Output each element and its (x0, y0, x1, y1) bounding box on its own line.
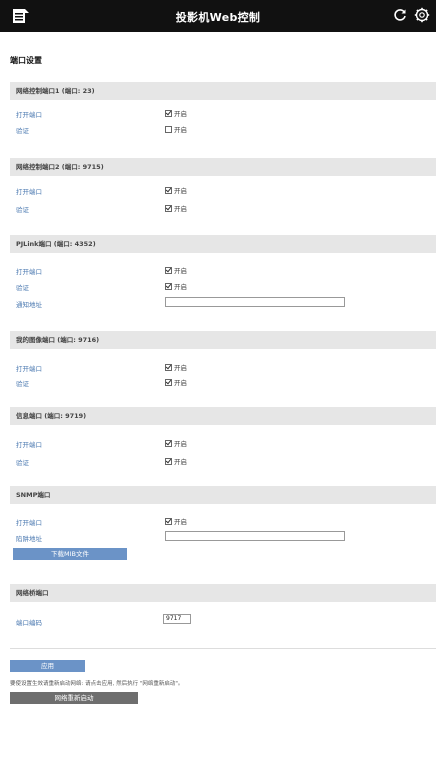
row-label-open-port: 打开端口 (16, 111, 42, 119)
checkbox-label: 开启 (174, 364, 187, 372)
checkbox-label: 开启 (174, 440, 187, 448)
checkbox-label: 开启 (174, 205, 187, 213)
app-title: 投影机Web控制 (175, 11, 261, 24)
download-mib-button[interactable]: 下载MIB文件 (13, 548, 127, 560)
row-label-open-port: 打开端口 (16, 365, 42, 373)
section-header-my-image-port: 我的图像端口 (端口: 9716) (10, 331, 436, 349)
row-label-open-port: 打开端口 (16, 519, 42, 527)
open-port-checkbox[interactable]: 开启 (165, 516, 187, 526)
row-label-trap-address: 陷阱地址 (16, 535, 42, 543)
checkbox-box[interactable] (165, 205, 172, 212)
apply-button[interactable]: 应用 (10, 660, 85, 672)
checkbox-box[interactable] (165, 267, 172, 274)
checkbox-box[interactable] (165, 379, 172, 386)
checkbox-box[interactable] (165, 283, 172, 290)
checkbox-box[interactable] (165, 364, 172, 371)
row-label-port-number: 端口编码 (16, 619, 42, 627)
auth-checkbox[interactable]: 开启 (165, 456, 187, 466)
checkbox-label: 开启 (174, 379, 187, 387)
row-label-open-port: 打开端口 (16, 188, 42, 196)
row-label-auth: 验证 (16, 380, 29, 388)
row-label-open-port: 打开端口 (16, 268, 42, 276)
row-label-open-port: 打开端口 (16, 441, 42, 449)
section-header-control-port-2: 网络控制端口2 (端口: 9715) (10, 158, 436, 176)
port-number-input[interactable]: 9717 (163, 614, 191, 624)
section-header-message-port: 信息端口 (端口: 9719) (10, 407, 436, 425)
page-title: 端口设置 (10, 56, 42, 65)
trap-address-input[interactable] (165, 531, 345, 541)
checkbox-box[interactable] (165, 440, 172, 447)
top-bar: 投影机Web控制 (0, 0, 436, 32)
row-label-auth: 验证 (16, 284, 29, 292)
auth-checkbox[interactable]: 开启 (165, 281, 187, 291)
auth-checkbox[interactable]: 开启 (165, 203, 187, 213)
section-header-pjlink-port: PJLink端口 (端口: 4352) (10, 235, 436, 253)
open-port-checkbox[interactable]: 开启 (165, 438, 187, 448)
checkbox-label: 开启 (174, 283, 187, 291)
checkbox-label: 开启 (174, 458, 187, 466)
gear-icon[interactable] (414, 7, 430, 23)
checkbox-label: 开启 (174, 126, 187, 134)
section-header-control-port-1: 网络控制端口1 (端口: 23) (10, 82, 436, 100)
row-label-auth: 验证 (16, 127, 29, 135)
checkbox-box[interactable] (165, 187, 172, 194)
restart-note: 要使设置生效请重新启动网络: 请点击应用, 然后执行 "网络重新启动"。 (10, 681, 184, 687)
open-port-checkbox[interactable]: 开启 (165, 185, 187, 195)
refresh-icon[interactable] (393, 8, 407, 22)
divider (10, 648, 436, 649)
row-label-notify-address: 通知地址 (16, 301, 42, 309)
checkbox-box[interactable] (165, 110, 172, 117)
checkbox-box[interactable] (165, 458, 172, 465)
open-port-checkbox[interactable]: 开启 (165, 265, 187, 275)
checkbox-label: 开启 (174, 187, 187, 195)
checkbox-label: 开启 (174, 110, 187, 118)
row-label-auth: 验证 (16, 459, 29, 467)
row-label-auth: 验证 (16, 206, 29, 214)
network-restart-button[interactable]: 网络重新启动 (10, 692, 138, 704)
auth-checkbox[interactable]: 开启 (165, 377, 187, 387)
section-header-network-bridge-port: 网络桥端口 (10, 584, 436, 602)
notify-address-input[interactable] (165, 297, 345, 307)
open-port-checkbox[interactable]: 开启 (165, 108, 187, 118)
section-header-snmp-port: SNMP端口 (10, 486, 436, 504)
checkbox-box[interactable] (165, 126, 172, 133)
checkbox-label: 开启 (174, 518, 187, 526)
checkbox-label: 开启 (174, 267, 187, 275)
auth-checkbox[interactable]: 开启 (165, 124, 187, 134)
open-port-checkbox[interactable]: 开启 (165, 362, 187, 372)
checkbox-box[interactable] (165, 518, 172, 525)
